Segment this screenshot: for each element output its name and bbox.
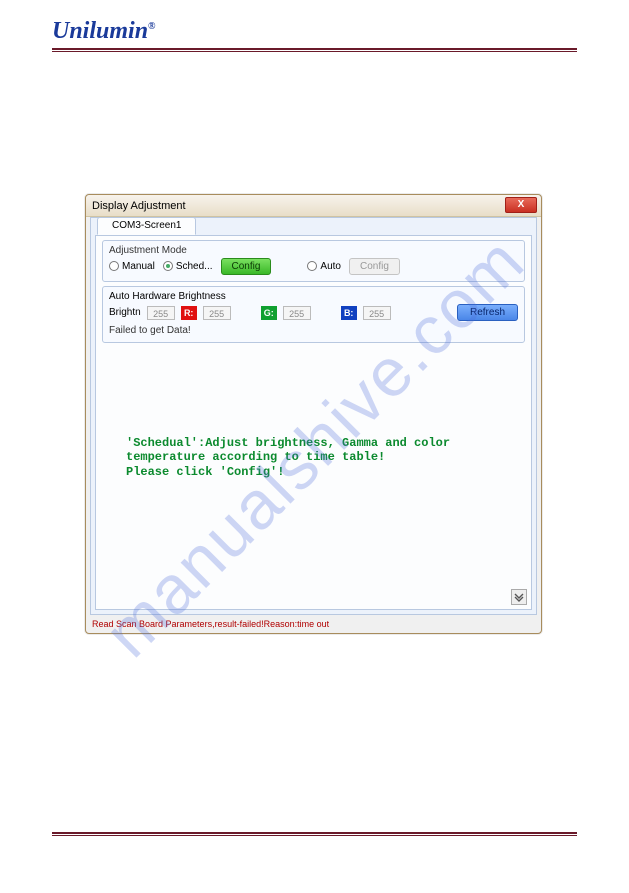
- config-button-sched[interactable]: Config: [221, 258, 272, 275]
- green-swatch: G:: [261, 306, 277, 320]
- close-button[interactable]: X: [505, 197, 537, 213]
- brand-logo: Unilumin®: [52, 18, 156, 45]
- brightn-value: 255: [147, 306, 175, 320]
- scroll-down-button[interactable]: [511, 589, 527, 605]
- display-adjustment-window: Display Adjustment X COM3-Screen1 Adjust…: [85, 194, 542, 634]
- blue-swatch: B:: [341, 306, 357, 320]
- window-body: COM3-Screen1 Adjustment Mode Manual Sche…: [90, 217, 537, 615]
- header-rule: [52, 48, 577, 52]
- radio-sched[interactable]: Sched...: [163, 261, 213, 272]
- brightn-label: Brightn: [109, 307, 141, 318]
- window-title: Display Adjustment: [92, 200, 186, 212]
- tab-pane: Adjustment Mode Manual Sched... Config A…: [95, 235, 532, 610]
- adjustment-mode-group: Adjustment Mode Manual Sched... Config A…: [102, 240, 525, 282]
- hw-title: Auto Hardware Brightness: [109, 291, 518, 302]
- adjustment-mode-legend: Adjustment Mode: [109, 245, 518, 256]
- refresh-button[interactable]: Refresh: [457, 304, 518, 321]
- footer-rule: [52, 832, 577, 836]
- red-value: 255: [203, 306, 231, 320]
- config-button-auto: Config: [349, 258, 400, 275]
- window-titlebar: Display Adjustment X: [86, 195, 541, 217]
- green-value: 255: [283, 306, 311, 320]
- red-swatch: R:: [181, 306, 197, 320]
- tab-com3-screen1[interactable]: COM3-Screen1: [97, 217, 196, 235]
- status-bar: Read Scan Board Parameters,result-failed…: [90, 617, 537, 631]
- hw-fail-text: Failed to get Data!: [109, 325, 518, 336]
- radio-auto[interactable]: Auto: [307, 261, 341, 272]
- radio-manual[interactable]: Manual: [109, 261, 155, 272]
- help-text: 'Schedual':Adjust brightness, Gamma and …: [126, 436, 501, 479]
- blue-value: 255: [363, 306, 391, 320]
- chevron-down-icon: [512, 590, 526, 604]
- auto-hardware-brightness-group: Auto Hardware Brightness Brightn 255 R: …: [102, 286, 525, 343]
